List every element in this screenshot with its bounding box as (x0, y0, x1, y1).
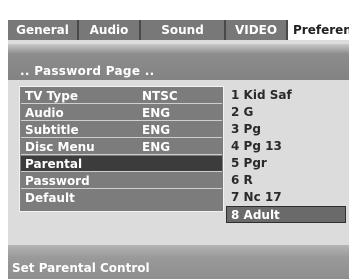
page-header: .. Password Page .. (8, 44, 349, 80)
tab-general[interactable]: General (8, 20, 79, 40)
menu-item-tv-type[interactable]: TV Type NTSC (21, 88, 222, 104)
parental-option-6[interactable]: 6 R (226, 172, 346, 189)
menu-item-label: Default (25, 191, 75, 205)
parental-option-7[interactable]: 7 Nc 17 (226, 189, 346, 206)
parental-option-5[interactable]: 5 Pgr (226, 155, 346, 172)
menu-item-label: Audio (25, 106, 64, 120)
parental-options-list: 1 Kid Saf 2 G 3 Pg 4 Pg 13 5 Pgr 6 R 7 N… (226, 87, 346, 227)
menu-item-label: Subtitle (25, 123, 79, 137)
menu-item-subtitle[interactable]: Subtitle ENG (21, 122, 222, 138)
tab-video[interactable]: VIDEO (226, 20, 288, 40)
menu-item-value: NTSC (142, 89, 178, 103)
parental-option-1[interactable]: 1 Kid Saf (226, 87, 346, 104)
menu-item-value: ENG (142, 123, 171, 137)
parental-option-2[interactable]: 2 G (226, 104, 346, 121)
menu-item-label: Disc Menu (25, 140, 95, 154)
menu-item-label: Password (25, 174, 90, 188)
menu-item-label: Parental (25, 157, 83, 171)
parental-option-4[interactable]: 4 Pg 13 (226, 138, 346, 155)
menu-item-parental[interactable]: Parental (21, 156, 222, 172)
tab-bar: General Audio Sound VIDEO Preferen (8, 20, 349, 40)
menu-item-value: ENG (142, 140, 171, 154)
settings-panel: .. Password Page .. TV Type NTSC Audio E… (8, 40, 349, 279)
menu-item-disc-menu[interactable]: Disc Menu ENG (21, 139, 222, 155)
menu-item-audio[interactable]: Audio ENG (21, 105, 222, 121)
settings-menu: TV Type NTSC Audio ENG Subtitle ENG Disc… (19, 86, 224, 212)
parental-option-3[interactable]: 3 Pg (226, 121, 346, 138)
page-title: .. Password Page .. (20, 64, 155, 78)
tab-preferences[interactable]: Preferen (288, 20, 349, 40)
status-bar: Set Parental Control (8, 245, 349, 279)
menu-item-label: TV Type (25, 89, 78, 103)
tab-sound[interactable]: Sound (141, 20, 226, 40)
status-text: Set Parental Control (12, 261, 150, 275)
menu-item-default[interactable]: Default (21, 190, 222, 206)
menu-item-password[interactable]: Password (21, 173, 222, 189)
tab-audio[interactable]: Audio (79, 20, 141, 40)
parental-option-8[interactable]: 8 Adult (226, 206, 346, 223)
menu-item-value: ENG (142, 106, 171, 120)
dvd-setup-screen: General Audio Sound VIDEO Preferen .. Pa… (0, 0, 349, 279)
